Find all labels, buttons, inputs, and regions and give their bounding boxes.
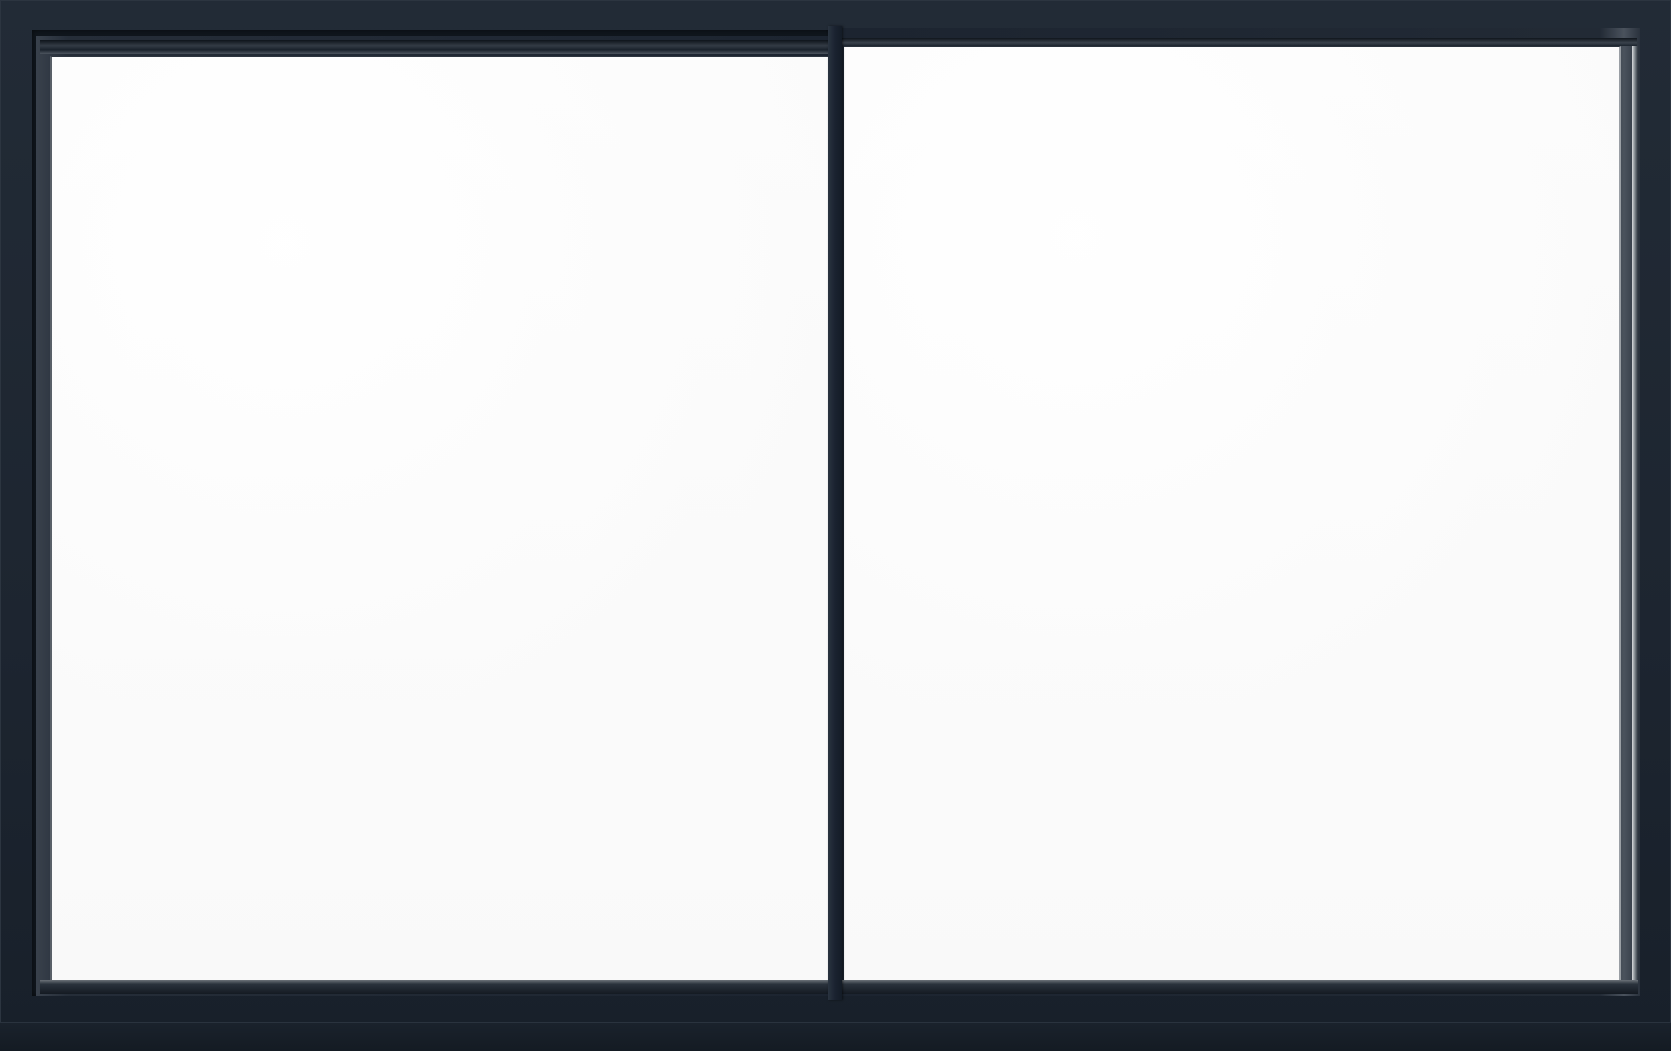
right-jamb-highlight <box>1632 46 1638 990</box>
meeting-rail <box>828 26 842 1000</box>
left-glass-pane <box>50 56 830 981</box>
right-top-track <box>842 38 1637 46</box>
left-top-track <box>40 40 830 54</box>
window-sill <box>0 1022 1671 1051</box>
window-scene <box>0 0 1671 1051</box>
right-glass-pane <box>844 46 1621 989</box>
